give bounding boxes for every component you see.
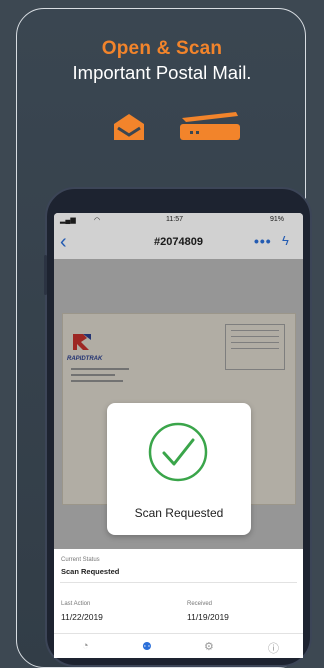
phone-side-button xyxy=(44,255,47,295)
tab-bar: ◔ ⚉ ⚙ ⓘ xyxy=(54,633,303,658)
scan-requested-dialog[interactable]: Scan Requested xyxy=(107,403,251,535)
check-circle-icon xyxy=(145,419,211,490)
received-label: Received xyxy=(187,601,213,607)
promo-subline: Important Postal Mail. xyxy=(72,62,252,83)
last-action-value: 11/22/2019 xyxy=(61,612,103,622)
settings-icon[interactable]: ⚙ xyxy=(204,640,214,653)
last-action-label: Last Action xyxy=(61,601,91,607)
details-panel: Current Status Scan Requested Last Actio… xyxy=(54,549,303,658)
open-envelope-icon xyxy=(112,112,146,147)
gauge-icon[interactable]: ◔ xyxy=(82,640,89,652)
promo-headline: Open & Scan xyxy=(101,38,223,59)
info-icon[interactable]: ⓘ xyxy=(268,640,279,656)
received-value: 11/19/2019 xyxy=(187,612,229,622)
dialog-message: Scan Requested xyxy=(134,506,224,520)
divider xyxy=(60,582,297,583)
current-status-label: Current Status xyxy=(61,557,100,563)
current-status-value: Scan Requested xyxy=(61,567,120,576)
mail-icon[interactable]: ⚉ xyxy=(142,640,152,653)
scanner-icon xyxy=(178,112,242,147)
